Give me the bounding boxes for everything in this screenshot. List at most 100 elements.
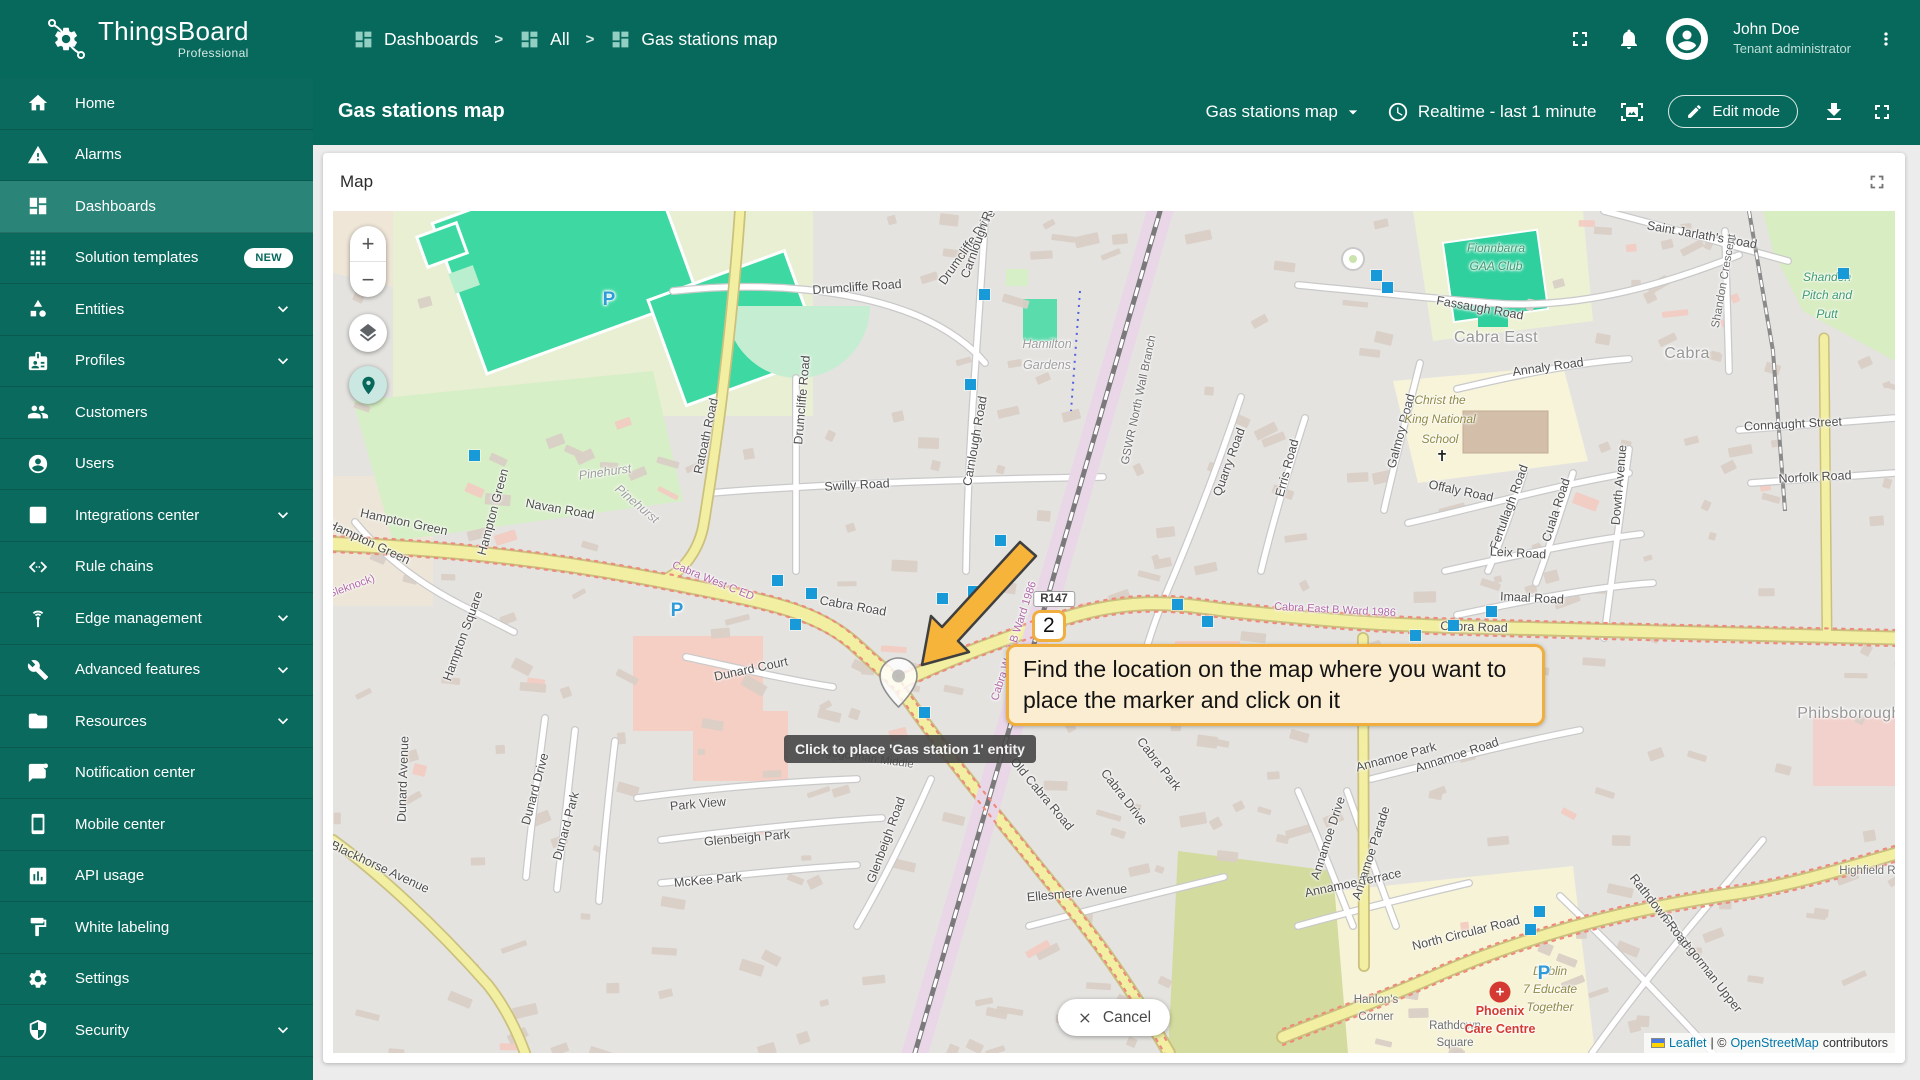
sidebar-item-label: Mobile center bbox=[75, 815, 166, 833]
place-marker-tool-button[interactable] bbox=[349, 366, 387, 404]
polyline-edit-handle[interactable] bbox=[965, 379, 976, 390]
sidebar-item-white-labeling[interactable]: White labeling bbox=[0, 902, 313, 954]
polyline-edit-handle[interactable] bbox=[1371, 270, 1382, 281]
polyline-edit-handle[interactable] bbox=[806, 588, 817, 599]
osm-link[interactable]: OpenStreetMap bbox=[1730, 1036, 1818, 1050]
breadcrumb-item[interactable]: Dashboards bbox=[353, 29, 478, 50]
sidebar-item-entities[interactable]: Entities bbox=[0, 284, 313, 336]
breadcrumb-item[interactable]: Gas stations map bbox=[610, 29, 778, 50]
sidebar-item-integrations-center[interactable]: Integrations center bbox=[0, 490, 313, 542]
ukraine-flag-icon bbox=[1650, 1038, 1665, 1048]
polyline-edit-handle[interactable] bbox=[772, 575, 783, 586]
polyline-edit-handle[interactable] bbox=[1534, 906, 1545, 917]
polyline-edit-handle[interactable] bbox=[995, 535, 1006, 546]
polyline-edit-handle[interactable] bbox=[790, 619, 801, 630]
polyline-edit-handle[interactable] bbox=[469, 450, 480, 461]
map-label: Carnlough Road bbox=[960, 394, 990, 488]
map-label: Annamoe Parade bbox=[1349, 804, 1393, 902]
map-label: Drumcliffe Road bbox=[811, 276, 903, 298]
expand-dashboard-icon[interactable] bbox=[1870, 100, 1894, 124]
widget-title: Map bbox=[340, 172, 374, 191]
badgeid-icon bbox=[27, 350, 49, 372]
map-label: Corner bbox=[1358, 1011, 1394, 1023]
sidebar-item-rule-chains[interactable]: Rule chains bbox=[0, 542, 313, 593]
timewindow-button[interactable]: Realtime - last 1 minute bbox=[1387, 101, 1596, 123]
sidebar-item-advanced-features[interactable]: Advanced features bbox=[0, 645, 313, 696]
sidebar-item-settings[interactable]: Settings bbox=[0, 954, 313, 1005]
polyline-edit-handle[interactable] bbox=[1410, 630, 1421, 641]
sidebar-item-dashboards[interactable]: Dashboards bbox=[0, 181, 313, 233]
dashboard-state-select[interactable]: Gas stations map bbox=[1206, 102, 1363, 122]
map-edit-handles-layer bbox=[333, 211, 1895, 1053]
map-label: Pitch and bbox=[1801, 288, 1853, 302]
layers-button[interactable] bbox=[349, 314, 387, 352]
tutorial-hint-callout: Find the location on the map where you w… bbox=[1006, 644, 1545, 727]
fullscreen-icon[interactable] bbox=[1568, 27, 1592, 51]
polyline-edit-handle[interactable] bbox=[919, 707, 930, 718]
map-label: P bbox=[670, 600, 684, 621]
sidebar-item-notification-center[interactable]: Notification center bbox=[0, 748, 313, 799]
download-icon[interactable] bbox=[1822, 100, 1846, 124]
polyline-edit-handle[interactable] bbox=[1448, 620, 1459, 631]
sidebar-item-resources[interactable]: Resources bbox=[0, 696, 313, 748]
layers-icon bbox=[357, 322, 379, 344]
sidebar-item-edge-management[interactable]: Edge management bbox=[0, 593, 313, 645]
sidebar-item-label: Alarms bbox=[75, 146, 122, 164]
brand-logo[interactable]: ThingsBoard Professional bbox=[0, 15, 313, 63]
map-label: Grangegorman Upper bbox=[1659, 910, 1745, 1016]
polyline-edit-handle[interactable] bbox=[1486, 606, 1497, 617]
map-label: Dublin bbox=[1532, 964, 1568, 978]
sidebar: Home Alarms Dashboards Solution templates NE… bbox=[0, 78, 313, 1080]
placement-marker-pin bbox=[879, 657, 918, 709]
map-label: Saint Jarlath's Road bbox=[1645, 218, 1759, 252]
avatar[interactable] bbox=[1666, 18, 1709, 60]
polyline-edit-handle[interactable] bbox=[968, 586, 979, 597]
sidebar-item-alarms[interactable]: Alarms bbox=[0, 130, 313, 181]
cancel-button[interactable]: Cancel bbox=[1057, 999, 1171, 1036]
map-label: Annamoe Park bbox=[1354, 739, 1438, 775]
map-label: Carnlough Road bbox=[957, 211, 1003, 281]
map-pin-icon bbox=[358, 375, 379, 396]
polyline-edit-handle[interactable] bbox=[937, 593, 948, 604]
sidebar-item-security[interactable]: Security bbox=[0, 1005, 313, 1057]
code-icon bbox=[27, 556, 49, 578]
map-label: Glenbeigh Park bbox=[703, 827, 791, 849]
polyline-edit-handle[interactable] bbox=[979, 289, 990, 300]
map-label: Christ the bbox=[1414, 393, 1466, 407]
sidebar-item-solution-templates[interactable]: Solution templates NEW bbox=[0, 233, 313, 284]
map-label: Care Centre bbox=[1464, 1022, 1536, 1036]
breadcrumb-item[interactable]: All bbox=[519, 28, 570, 50]
zoom-in-button[interactable]: + bbox=[350, 226, 386, 261]
dashboard-image-icon[interactable] bbox=[1620, 100, 1644, 124]
page-title: Gas stations map bbox=[338, 100, 505, 122]
map-label: Putt bbox=[1816, 307, 1838, 321]
sidebar-item-users[interactable]: Users bbox=[0, 439, 313, 490]
sidebar-item-label: Customers bbox=[75, 403, 148, 421]
user-info[interactable]: John Doe Tenant administrator bbox=[1733, 20, 1851, 57]
polyline-edit-handle[interactable] bbox=[1172, 599, 1183, 610]
map-label: Together bbox=[1526, 1000, 1574, 1014]
map-label: Dunard Avenue bbox=[394, 735, 412, 823]
polyline-edit-handle[interactable] bbox=[1202, 616, 1213, 627]
widget-header: Map bbox=[323, 153, 1905, 211]
leaflet-link[interactable]: Leaflet bbox=[1669, 1036, 1707, 1050]
map-label: Erris Road bbox=[1272, 437, 1302, 499]
polyline-edit-handle[interactable] bbox=[1838, 268, 1849, 279]
polyline-edit-handle[interactable] bbox=[1382, 282, 1393, 293]
zoom-out-button[interactable]: − bbox=[350, 261, 386, 297]
sidebar-item-api-usage[interactable]: API usage bbox=[0, 851, 313, 902]
widget-expand-icon[interactable] bbox=[1866, 171, 1888, 193]
sidebar-item-profiles[interactable]: Profiles bbox=[0, 336, 313, 387]
sidebar-item-label: White labeling bbox=[75, 918, 170, 936]
sidebar-item-customers[interactable]: Customers bbox=[0, 387, 313, 439]
map-label: Shandon Crescent bbox=[1709, 233, 1739, 329]
breadcrumb-label: All bbox=[550, 28, 570, 49]
polyline-edit-handle[interactable] bbox=[1525, 924, 1536, 935]
sidebar-item-home[interactable]: Home bbox=[0, 78, 313, 130]
edit-mode-button[interactable]: Edit mode bbox=[1668, 95, 1798, 128]
notifications-bell-icon[interactable] bbox=[1617, 27, 1641, 51]
sidebar-item-mobile-center[interactable]: Mobile center bbox=[0, 799, 313, 851]
map-canvas[interactable]: Drumcliffe Road Drumcliffe Road Drumcliffe… bbox=[333, 211, 1895, 1053]
kebab-menu-icon[interactable] bbox=[1876, 29, 1896, 49]
pencil-icon bbox=[1686, 103, 1703, 120]
